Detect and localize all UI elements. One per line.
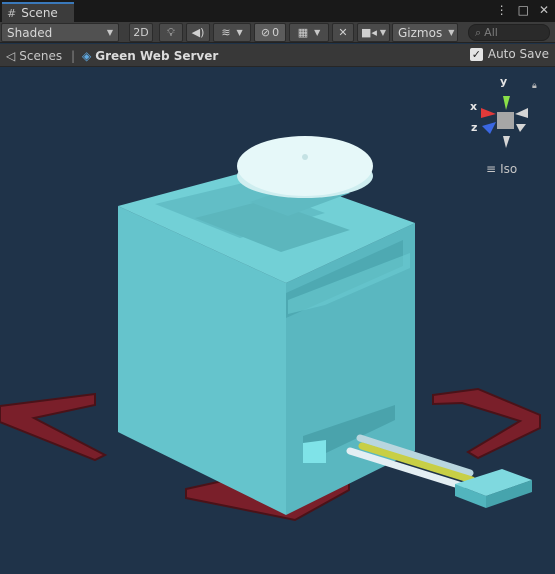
breadcrumb-bar: ◁ Scenes | ◈ Green Web Server ✓ Auto Sav… (0, 44, 555, 67)
prefab-cube-icon: ◈ (82, 48, 92, 63)
chevron-down-icon: ▼ (236, 28, 243, 37)
gizmo-down-cone (503, 136, 510, 148)
toggle-2d-label: 2D (133, 26, 149, 39)
gizmo-x-cone (481, 108, 496, 118)
gizmos-dropdown[interactable]: Gizmos ▼ (392, 23, 458, 42)
shading-mode-label: Shaded (7, 25, 53, 40)
hidden-count: 0 (272, 26, 280, 39)
scene-grid-icon: # (7, 6, 17, 20)
bracket-right (432, 387, 541, 460)
effects-layers-icon: ≋ (221, 26, 231, 39)
breadcrumb-current-label: Green Web Server (95, 48, 219, 63)
tools-toggle[interactable]: ✕ (332, 23, 354, 42)
autosave-label: Auto Save (487, 47, 549, 61)
gizmo-y-cone (503, 96, 510, 110)
cable (346, 434, 532, 508)
breadcrumb-separator: | (71, 48, 76, 63)
disk-top (237, 136, 373, 196)
lighting-toggle[interactable]: 💡︎ (159, 23, 183, 42)
breadcrumb-scenes-label: Scenes (19, 48, 63, 63)
draw-options-dropdown[interactable]: ▦ ▼ (289, 23, 329, 42)
search-icon: ⌕ (475, 25, 482, 39)
back-arrow-icon: ◁ (6, 48, 16, 63)
window-tab-bar: # Scene ⋮ □ ✕ (0, 0, 555, 22)
effects-dropdown[interactable]: ≋ ▼ (213, 23, 251, 42)
menu-lines-icon: ≡ (486, 162, 497, 176)
wrench-icon: ✕ (338, 26, 348, 39)
grid-icon: ▦ (297, 26, 309, 39)
bracket-left (0, 392, 108, 462)
autosave-checkbox[interactable]: ✓ (469, 47, 483, 61)
gizmo-x-label: x (470, 100, 478, 113)
scene-render (0, 96, 541, 522)
gizmo-back-cone (516, 124, 526, 132)
search-input[interactable]: ⌕ All (468, 24, 550, 41)
search-placeholder: All (484, 26, 498, 39)
close-icon[interactable]: ✕ (539, 3, 549, 17)
maximize-icon[interactable]: □ (518, 3, 529, 17)
chevron-down-icon: ▼ (448, 28, 455, 37)
lock-icon[interactable]: 🔒︎ (532, 81, 537, 91)
chevron-down-icon: ▼ (314, 28, 321, 37)
audio-toggle[interactable]: ◀︎) (186, 23, 210, 42)
port-face (303, 440, 326, 463)
breadcrumb-scenes[interactable]: ◁ Scenes (6, 47, 62, 64)
toggle-2d-button[interactable]: 2D (129, 23, 153, 42)
disk-center (302, 154, 308, 160)
window-controls: ⋮ □ ✕ (496, 3, 549, 17)
shading-mode-dropdown[interactable]: Shaded ▼ (1, 23, 119, 42)
tab-scene[interactable]: # Scene (2, 2, 74, 22)
camera-dropdown[interactable]: ■◂ ▼ (357, 23, 390, 42)
camera-icon: ■◂ (360, 26, 377, 39)
chevron-down-icon: ▼ (379, 28, 387, 37)
chevron-down-icon: ▼ (106, 28, 113, 37)
eye-hidden-icon: ⊘ (260, 26, 271, 39)
projection-label: Iso (500, 162, 518, 176)
lightbulb-icon: 💡︎ (167, 25, 175, 39)
scene-viewport[interactable]: y x z 🔒︎ ≡ Iso (0, 68, 555, 574)
gizmo-z-label: z (471, 121, 478, 134)
gizmo-y-label: y (500, 75, 508, 88)
projection-toggle[interactable]: ≡ Iso (486, 162, 517, 176)
gizmo-z-cone (482, 122, 496, 134)
more-options-icon[interactable]: ⋮ (496, 3, 508, 17)
gizmo-left-cone (515, 108, 528, 118)
orientation-gizmo[interactable] (481, 96, 528, 148)
scene-visibility-toggle[interactable]: ⊘ 0 (254, 23, 286, 42)
speaker-icon: ◀︎) (191, 26, 205, 39)
tab-scene-label: Scene (21, 6, 58, 20)
scene-toolbar: Shaded ▼ 2D 💡︎ ◀︎) ≋ ▼ ⊘ 0 ▦ ▼ ✕ ■◂ ▼ Gi… (0, 22, 555, 43)
breadcrumb-current[interactable]: ◈ Green Web Server (82, 47, 218, 64)
server-cube (118, 168, 415, 515)
gizmo-center-cube (497, 112, 514, 129)
gizmos-label: Gizmos (398, 25, 443, 40)
autosave-toggle[interactable]: ✓ Auto Save (469, 47, 549, 61)
